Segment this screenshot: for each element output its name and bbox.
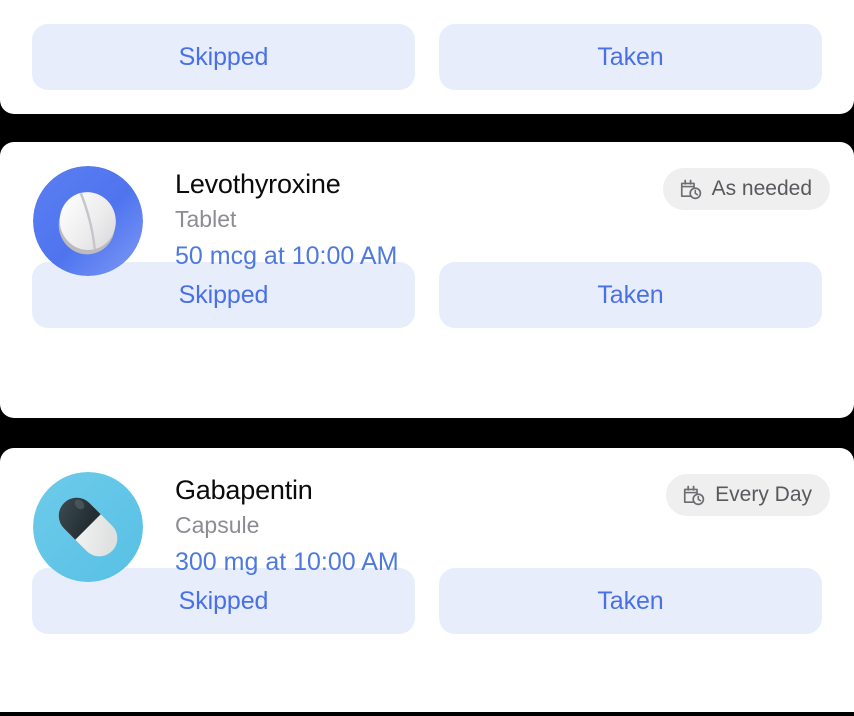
action-button-group: Skipped Taken (0, 0, 854, 90)
schedule-badge[interactable]: Every Day (666, 474, 830, 516)
tablet-pill-icon (33, 166, 143, 276)
schedule-badge-label: Every Day (715, 483, 812, 506)
medication-dose: 50 mcg at 10:00 AM (175, 242, 398, 270)
medication-dose: 300 mg at 10:00 AM (175, 548, 399, 576)
skipped-button[interactable]: Skipped (32, 24, 415, 90)
schedule-badge[interactable]: As needed (662, 168, 830, 210)
medication-card-levothyroxine[interactable]: Levothyroxine Tablet 50 mcg at 10:00 AM … (0, 142, 854, 418)
schedule-badge-label: As needed (711, 177, 812, 200)
medication-card-gabapentin[interactable]: Gabapentin Capsule 300 mg at 10:00 AM Ev… (0, 448, 854, 712)
capsule-pill-icon (33, 472, 143, 582)
taken-button[interactable]: Taken (439, 24, 822, 90)
medication-list-screen: Skipped Taken Levothyroxine Tablet 50 mc… (0, 0, 854, 716)
calendar-clock-icon (684, 485, 705, 505)
medication-card-partial-top: Skipped Taken (0, 0, 854, 114)
medication-summary-row: Levothyroxine Tablet 50 mcg at 10:00 AM … (0, 142, 854, 276)
calendar-clock-icon (680, 179, 701, 199)
medication-summary-row: Gabapentin Capsule 300 mg at 10:00 AM Ev… (0, 448, 854, 582)
